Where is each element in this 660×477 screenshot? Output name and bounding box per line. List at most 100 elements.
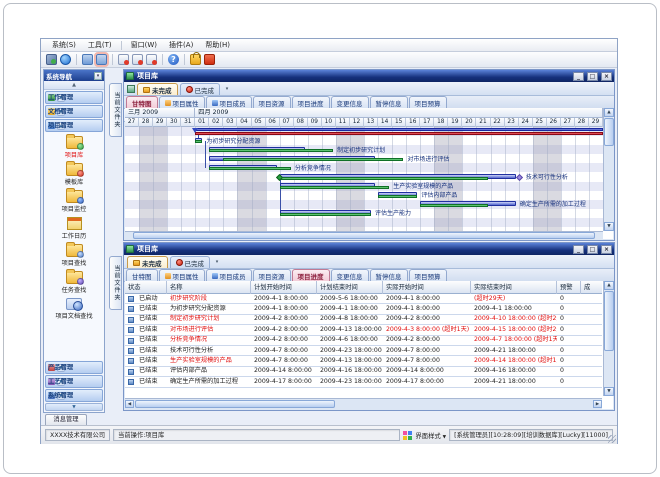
lock-icon[interactable] <box>190 54 201 65</box>
gantt-bar-done-对市场进行评估[interactable] <box>223 158 403 161</box>
sidebar-group-工作管理[interactable]: 工作管理▼ <box>45 91 103 104</box>
sidebar-item-项目监控[interactable]: 项目监控 <box>44 188 104 213</box>
tab-项目属性[interactable]: 项目属性 <box>159 269 205 281</box>
gantt-horizontal-scrollbar[interactable] <box>125 231 603 239</box>
sidebar-group-文档管理[interactable]: 文档管理▼ <box>45 105 103 118</box>
gantt-bar-done-分析竞争情况[interactable] <box>209 167 291 170</box>
table-horizontal-scrollbar[interactable]: ◀ ▶ <box>125 398 602 409</box>
sidebar-menu-button[interactable]: ▾ <box>94 72 102 80</box>
minimize-button[interactable]: _ <box>573 72 584 81</box>
folder-tab-未完成[interactable]: 未完成 <box>127 256 168 268</box>
table-row[interactable]: 已结束为初步研究分配资源2009-4-1 8:00:002009-4-1 18:… <box>125 304 602 314</box>
stop-icon[interactable] <box>204 54 215 65</box>
gantt-bar-done-技术可行性分析[interactable] <box>280 177 488 180</box>
menu-item-0[interactable]: 系统(S) <box>47 39 81 51</box>
sidebar-item-任务查找[interactable]: 任务查找 <box>44 269 104 294</box>
sidebar-group-系统管理[interactable]: 系统管理▼ <box>45 389 103 402</box>
sidebar-item-项目库[interactable]: 项目库 <box>44 134 104 159</box>
gantt-bar-progress-初步研究阶段[interactable] <box>195 132 603 135</box>
tab-甘特图[interactable]: 甘特图 <box>126 96 158 108</box>
column-header-实际开始时间[interactable]: 实际开始时间 <box>383 281 471 294</box>
tab-项目预算[interactable]: 项目预算 <box>409 96 447 108</box>
tab-label: 暂停信息 <box>376 98 402 108</box>
table-row[interactable]: 已结束分析竞争情况2009-4-2 8:00:002009-4-6 18:00:… <box>125 336 602 346</box>
sidebar-item-模板库[interactable]: 模板库 <box>44 161 104 186</box>
folder-icon[interactable] <box>82 54 93 65</box>
tab-甘特图[interactable]: 甘特图 <box>126 269 158 281</box>
sidebar-item-项目文档查找[interactable]: 项目文档查找 <box>44 296 104 320</box>
tab-项目资源[interactable]: 项目资源 <box>253 96 291 108</box>
menu-item-1[interactable]: 工具(T) <box>83 39 117 51</box>
sidebar-collapse-button[interactable]: ▼ <box>45 403 103 411</box>
column-header-计划开始时间[interactable]: 计划开始时间 <box>251 281 317 294</box>
table-row[interactable]: 已结束技术可行性分析2009-4-7 8:00:002009-4-23 18:0… <box>125 346 602 356</box>
tab-暂停信息[interactable]: 暂停信息 <box>370 269 408 281</box>
folder-tab-已完成[interactable]: 已完成 <box>170 256 211 268</box>
tab-项目属性[interactable]: 项目属性 <box>159 96 205 108</box>
column-header-预警[interactable]: 预警 <box>557 281 581 294</box>
report-window-icon[interactable] <box>132 54 143 65</box>
sidebar-item-项目查找[interactable]: 项目查找 <box>44 242 104 267</box>
gantt-bar-done-评估生产能力[interactable] <box>280 213 371 216</box>
gantt-bar-done-评估内部产品[interactable] <box>378 195 417 198</box>
tab-项目成员[interactable]: 项目成员 <box>206 269 252 281</box>
gantt-vertical-scrollbar[interactable]: ▲ ▼ <box>603 108 613 231</box>
table-row[interactable]: 已结束对市场进行评估2009-4-2 8:00:002009-4-13 18:0… <box>125 325 602 335</box>
menu-item-4[interactable]: 帮助(H) <box>200 39 235 51</box>
monitor-icon[interactable] <box>46 54 57 65</box>
menu-item-2[interactable]: 窗口(W) <box>126 39 162 51</box>
current-folder-vertical-tab-bottom[interactable]: 当前文件夹 <box>109 256 122 310</box>
close-button[interactable]: × <box>601 245 612 254</box>
sidebar-group-项目管理[interactable]: 项目管理▲ <box>45 119 103 132</box>
maximize-button[interactable]: □ <box>587 72 598 81</box>
tab-项目成员[interactable]: 项目成员 <box>206 96 252 108</box>
current-folder-vertical-tab-top[interactable]: 当前文件夹 <box>109 83 122 137</box>
sidebar-item-工作日历[interactable]: 工作日历 <box>44 215 104 240</box>
maximize-button[interactable]: □ <box>587 245 598 254</box>
column-header-状态[interactable]: 状态 <box>125 281 167 294</box>
table-row[interactable]: 已结束制定初步研究计划2009-4-2 8:00:002009-4-8 18:0… <box>125 315 602 325</box>
tab-暂停信息[interactable]: 暂停信息 <box>370 96 408 108</box>
table-row[interactable]: 已启动初步研究阶段2009-4-1 8:00:002009-5-6 18:00:… <box>125 294 602 304</box>
column-header-成[interactable]: 成 <box>581 281 604 294</box>
column-header-名称[interactable]: 名称 <box>167 281 251 294</box>
tab-项目进度[interactable]: 项目进度 <box>292 96 330 108</box>
more-tabs-button[interactable]: ▾ <box>212 257 222 268</box>
table-row[interactable]: 已结束生产实验室规模的产品2009-4-7 8:00:002009-4-13 1… <box>125 356 602 366</box>
globe-icon[interactable] <box>60 54 71 65</box>
column-header-计划结束时间[interactable]: 计划结束时间 <box>317 281 383 294</box>
gantt-bar-done-确定生产所需的加工过程[interactable] <box>420 204 487 207</box>
table-row[interactable]: 已结束评估内部产品2009-4-14 8:00:002009-4-16 18:0… <box>125 367 602 377</box>
table-row[interactable]: 已结束确定生产所需的加工过程2009-4-17 8:00:002009-4-23… <box>125 377 602 387</box>
sidebar-scroll-up-button[interactable]: ▲ <box>44 81 104 90</box>
day-label: 27 <box>561 118 575 127</box>
tab-项目进度[interactable]: 项目进度 <box>292 269 330 281</box>
help-icon[interactable]: ? <box>168 54 179 65</box>
resize-grip[interactable] <box>608 435 616 443</box>
tab-项目资源[interactable]: 项目资源 <box>253 269 291 281</box>
tab-变更信息[interactable]: 变更信息 <box>331 269 369 281</box>
sidebar-group-工艺管理[interactable]: 工艺管理▼ <box>45 375 103 388</box>
folder-tab-已完成[interactable]: 已完成 <box>180 83 221 95</box>
column-header-实际结束时间[interactable]: 实际结束时间 <box>471 281 557 294</box>
minimize-button[interactable]: _ <box>573 245 584 254</box>
gantt-bar-plan-初步研究阶段[interactable] <box>195 128 603 131</box>
grid-icon[interactable] <box>127 85 135 93</box>
folder-tab-未完成[interactable]: 未完成 <box>137 83 178 95</box>
gantt-bar-done-为初步研究分配资源[interactable] <box>195 140 202 143</box>
sidebar-group-产品管理[interactable]: 产品管理▼ <box>45 361 103 374</box>
chart-window-icon[interactable] <box>146 54 157 65</box>
close-button[interactable]: × <box>601 72 612 81</box>
folder-open-icon[interactable] <box>96 54 107 65</box>
folder-search-icon <box>66 244 83 257</box>
message-management-tab[interactable]: 消息管理 <box>45 414 87 425</box>
gantt-bar-done-制定初步研究计划[interactable] <box>209 149 333 152</box>
mail-window-icon[interactable] <box>118 54 129 65</box>
menu-item-3[interactable]: 插件(A) <box>164 39 198 51</box>
table-vertical-scrollbar[interactable]: ▲ ▼ <box>603 281 613 396</box>
interface-style-dropdown[interactable]: 界面样式 ▼ <box>415 431 446 440</box>
gantt-bar-done-生产实验室规模的产品[interactable] <box>280 186 390 189</box>
more-tabs-button[interactable]: ▾ <box>222 84 232 95</box>
tab-项目预算[interactable]: 项目预算 <box>409 269 447 281</box>
tab-变更信息[interactable]: 变更信息 <box>331 96 369 108</box>
